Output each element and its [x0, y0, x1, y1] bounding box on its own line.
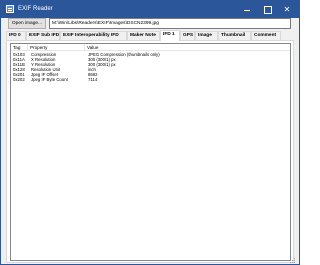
tab-exif-interoperability-ifd[interactable]: EXIF Interoperability IFD [60, 31, 127, 40]
open-image-button[interactable]: Open image... [8, 18, 46, 29]
title-bar[interactable]: EXIF Reader ✕ [1, 1, 299, 18]
window-title: EXIF Reader [18, 6, 53, 12]
ifd-1-panel: Tag Property Value 0x103 Compression JPE… [6, 40, 294, 263]
tab-image[interactable]: Image [195, 31, 218, 40]
property-cell: Jpeg IF Byte Count [31, 77, 68, 82]
close-icon: ✕ [283, 5, 291, 14]
main-content: Open image... M:\Win\Libs\Readers\EXIF\I… [3, 18, 297, 264]
file-path-field[interactable]: M:\Win\Libs\Readers\EXIF\Images\DSCN2399… [49, 18, 291, 29]
resize-grip-icon[interactable] [289, 257, 295, 263]
minimize-button[interactable] [237, 1, 257, 18]
tab-exif-sub-ifd[interactable]: EXIF Sub IFD [26, 31, 60, 40]
tab-gps[interactable]: GPS [180, 31, 195, 40]
tab-maker-note[interactable]: Maker Note [127, 31, 160, 40]
exif-reader-window: EXIF Reader ✕ Open image... M:\Win\Libs\… [0, 0, 300, 265]
value-cell: 7114 [88, 77, 98, 82]
table-row[interactable]: 0x202 Jpeg IF Byte Count 7114 [11, 77, 290, 82]
list-header: Tag Property Value [11, 44, 290, 51]
exif-property-list[interactable]: Tag Property Value 0x103 Compression JPE… [10, 43, 291, 261]
tag-cell: 0x202 [13, 77, 25, 82]
app-icon [6, 5, 14, 13]
value-column-header[interactable]: Value [85, 44, 290, 51]
tab-ifd-0[interactable]: IFD 0 [6, 31, 26, 40]
tab-thumbnail[interactable]: Thumbnail [218, 31, 251, 40]
tag-column-header[interactable]: Tag [11, 44, 28, 51]
tab-ifd-1[interactable]: IFD 1 [160, 30, 180, 41]
close-button[interactable]: ✕ [277, 1, 297, 18]
maximize-button[interactable] [257, 1, 277, 18]
property-column-header[interactable]: Property [28, 44, 85, 51]
tab-comment[interactable]: Comment [251, 31, 281, 40]
